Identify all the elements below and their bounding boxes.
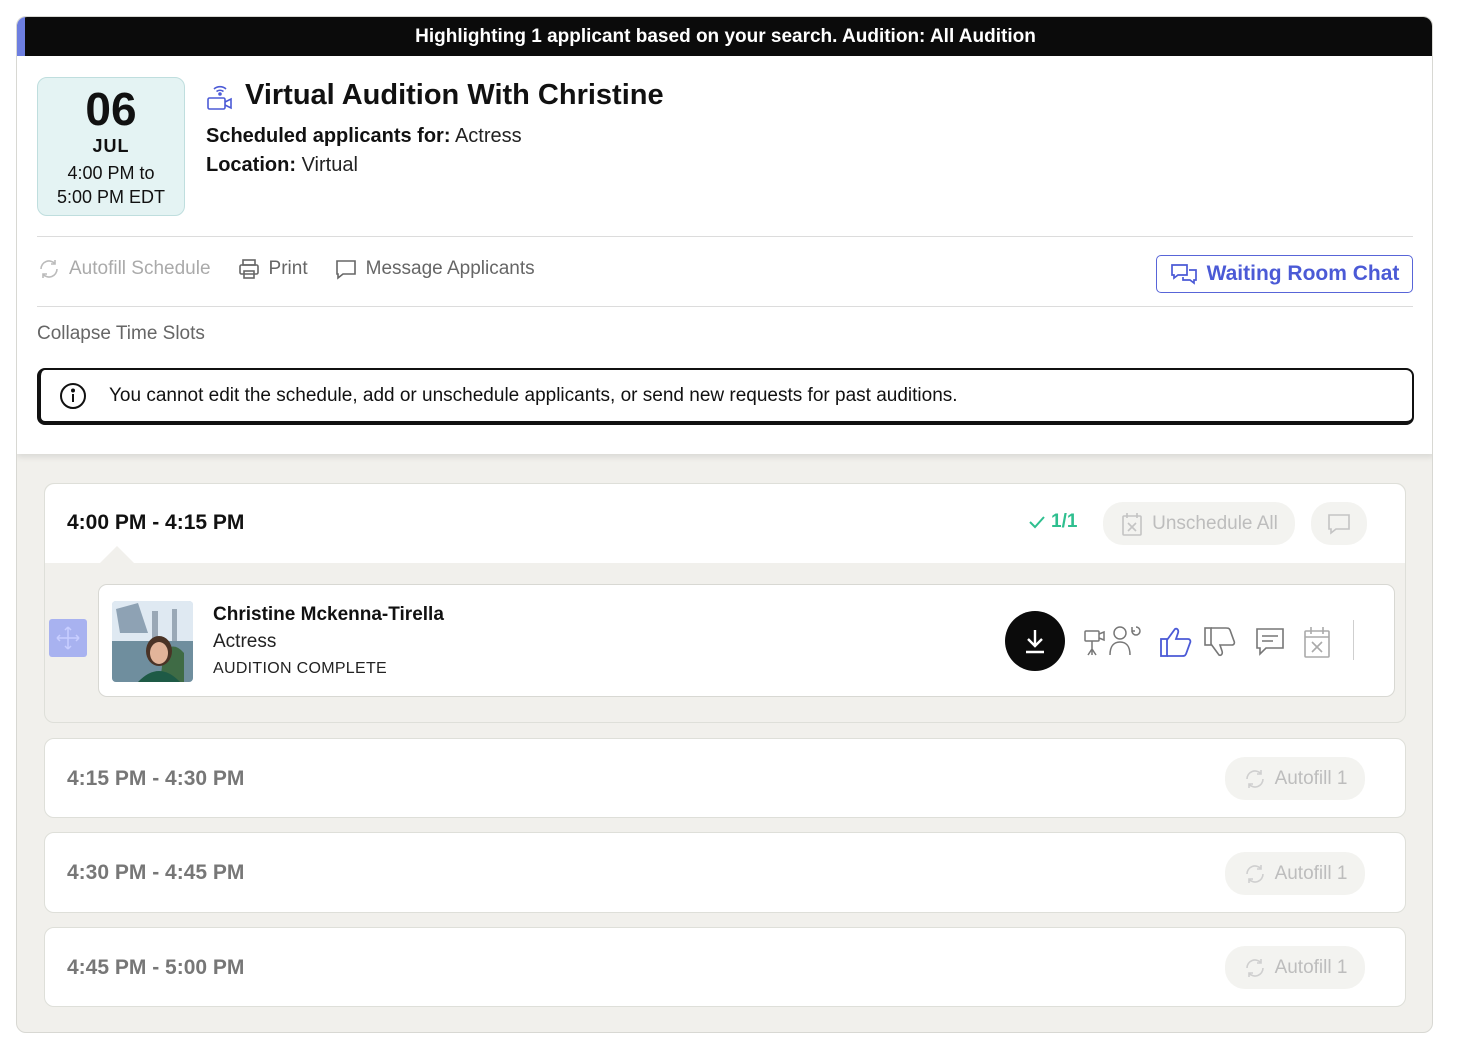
applicant-name[interactable]: Christine Mckenna-Tirella (213, 604, 444, 626)
applicant-photo[interactable] (112, 601, 193, 682)
thumbs-down-button[interactable] (1203, 625, 1239, 659)
past-audition-notice: You cannot edit the schedule, add or uns… (37, 368, 1414, 425)
scheduled-for-line: Scheduled applicants for: Actress (206, 125, 522, 148)
location-label: Location: (206, 154, 296, 176)
unschedule-all-label: Unschedule All (1152, 512, 1278, 534)
divider (37, 306, 1413, 307)
download-button[interactable] (1005, 611, 1065, 671)
date-month: JUL (92, 136, 130, 156)
date-badge: 06 JUL 4:00 PM to 5:00 PM EDT (37, 77, 185, 216)
printer-icon (237, 257, 261, 281)
scheduled-value: Actress (454, 125, 522, 147)
thumbs-up-button[interactable] (1159, 625, 1195, 659)
thumbs-up-icon (1160, 627, 1192, 657)
autofill-slot-button[interactable]: Autofill 1 (1225, 946, 1365, 989)
time-slot-label: 4:15 PM - 4:30 PM (67, 767, 245, 790)
time-range-end: 5:00 PM EDT (56, 187, 166, 207)
notice-text: You cannot edit the schedule, add or uns… (109, 384, 958, 406)
scheduled-label: Scheduled applicants for: (206, 125, 451, 147)
applicant-status: AUDITION COMPLETE (213, 660, 388, 677)
refresh-icon (1243, 862, 1267, 886)
print-button[interactable]: Print (237, 257, 308, 281)
slot-message-button[interactable] (1311, 502, 1367, 545)
callback-button[interactable] (1084, 623, 1144, 657)
banner-text: Highlighting 1 applicant based on your s… (415, 25, 1036, 47)
collapse-time-slots-link[interactable]: Collapse Time Slots (37, 323, 205, 345)
time-slot-label: 4:00 PM - 4:15 PM (67, 511, 245, 534)
time-slot[interactable]: 4:15 PM - 4:30 PM Autofill 1 (44, 738, 1406, 818)
thumbs-down-icon (1204, 627, 1236, 657)
time-slot[interactable]: 4:45 PM - 5:00 PM Autofill 1 (44, 927, 1406, 1007)
drag-handle[interactable] (49, 619, 87, 657)
location-line: Location: Virtual (206, 154, 358, 177)
expanded-caret (100, 546, 134, 563)
autofill-slot-label: Autofill 1 (1274, 862, 1348, 884)
message-applicants-button[interactable]: Message Applicants (334, 257, 535, 281)
autofill-schedule-label: Autofill Schedule (69, 258, 211, 279)
toolbar: Autofill Schedule Print Message Applican… (37, 257, 561, 281)
autofill-slot-button[interactable]: Autofill 1 (1225, 852, 1365, 895)
time-slot-label: 4:45 PM - 5:00 PM (67, 956, 245, 979)
refresh-icon (37, 257, 61, 281)
check-icon (1029, 516, 1045, 529)
calendar-x-icon (1120, 511, 1144, 537)
time-slot-header[interactable]: 4:00 PM - 4:15 PM 1/1 Unschedule All (45, 484, 1405, 563)
applicant-role: Actress (213, 631, 277, 652)
autofill-slot-button[interactable]: Autofill 1 (1225, 757, 1365, 800)
print-label: Print (268, 258, 308, 279)
virtual-camera-icon (205, 81, 235, 111)
message-icon (1326, 512, 1352, 536)
audition-title: Virtual Audition With Christine (245, 79, 664, 111)
time-slot: 4:00 PM - 4:15 PM 1/1 Unschedule All Chr… (44, 483, 1406, 723)
audition-header-panel: Highlighting 1 applicant based on your s… (17, 17, 1432, 454)
refresh-icon (1243, 767, 1267, 791)
autofill-slot-label: Autofill 1 (1274, 956, 1348, 978)
waiting-room-chat-button[interactable]: Waiting Room Chat (1156, 255, 1413, 293)
download-icon (1026, 630, 1044, 654)
search-highlight-banner: Highlighting 1 applicant based on your s… (17, 17, 1432, 56)
unschedule-button[interactable] (1302, 625, 1332, 659)
camera-callback-icon (1084, 626, 1141, 656)
location-value: Virtual (301, 154, 358, 176)
time-slot[interactable]: 4:30 PM - 4:45 PM Autofill 1 (44, 832, 1406, 913)
actions-divider (1353, 620, 1354, 660)
applicant-card[interactable]: Christine Mckenna-Tirella Actress AUDITI… (98, 584, 1395, 697)
date-day: 06 (85, 83, 137, 135)
refresh-icon (1243, 956, 1267, 980)
banner-accent (17, 17, 25, 56)
divider (37, 236, 1413, 237)
filled-count: 1/1 (1027, 511, 1077, 533)
move-icon (56, 626, 80, 650)
message-icon (334, 257, 358, 281)
filled-count-value: 1/1 (1051, 511, 1078, 532)
calendar-x-icon (1304, 627, 1330, 658)
autofill-schedule-button[interactable]: Autofill Schedule (37, 257, 211, 281)
title-row: Virtual Audition With Christine (205, 79, 664, 112)
time-slot-label: 4:30 PM - 4:45 PM (67, 861, 245, 884)
comment-button[interactable] (1254, 625, 1286, 659)
comment-icon (1256, 628, 1284, 656)
message-applicants-label: Message Applicants (365, 258, 535, 279)
chat-bubbles-icon (1170, 262, 1198, 286)
unschedule-all-button[interactable]: Unschedule All (1103, 502, 1295, 545)
autofill-slot-label: Autofill 1 (1274, 767, 1348, 789)
time-range-start: 4:00 PM to (67, 163, 155, 183)
waiting-room-chat-label: Waiting Room Chat (1206, 262, 1400, 285)
audition-card: Highlighting 1 applicant based on your s… (16, 16, 1433, 1033)
info-icon (59, 382, 87, 410)
